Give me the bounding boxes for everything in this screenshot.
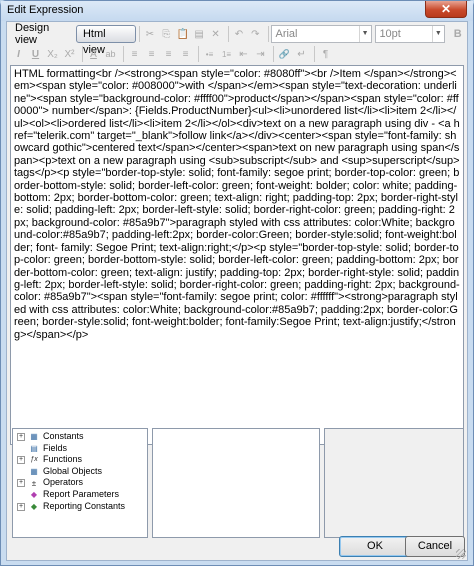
toolbar-row-2: I U X₂ X² A ab ≡ ≡ ≡ ≡ •≡ 1≡ ⇤ ⇥ 🔗 ↵ ¶ [11, 44, 335, 64]
reporting-constants-icon: ◆ [30, 501, 38, 511]
design-view-tab[interactable]: Design view [11, 22, 76, 46]
chevron-down-icon[interactable]: ▼ [431, 26, 444, 42]
edit-expression-window: Edit Expression ✕ Design view Html view … [0, 0, 474, 566]
tree-item-label: Reporting Constants [43, 500, 126, 511]
indent-icon[interactable]: ⇥ [253, 46, 268, 62]
bold-icon[interactable]: B [451, 26, 465, 42]
tree-item-label: Constants [43, 431, 84, 441]
resize-grip-icon[interactable] [456, 549, 466, 559]
toolbar-separator [82, 46, 83, 62]
tree-item-operators[interactable]: + ± Operators [13, 477, 147, 489]
functions-icon: ƒx [30, 456, 38, 464]
tree-item-label: Report Parameters [43, 488, 120, 499]
cut-icon[interactable]: ✂ [143, 26, 157, 42]
expand-icon[interactable]: + [17, 456, 25, 465]
highlight-icon[interactable]: ab [103, 46, 118, 62]
copy-icon[interactable]: ⎘ [159, 26, 173, 42]
tree-item-fields[interactable]: ▤ Fields [13, 443, 147, 455]
html-view-tab[interactable]: Html view [75, 25, 136, 56]
title-bar[interactable]: Edit Expression ✕ [1, 1, 473, 21]
undo-icon[interactable]: ↶ [232, 26, 246, 42]
line-break-icon[interactable]: ↵ [294, 46, 309, 62]
numbering-icon[interactable]: 1≡ [219, 46, 234, 62]
tree-item-label: Operators [43, 477, 84, 488]
toolbar-separator [227, 26, 229, 42]
bullets-icon[interactable]: •≡ [202, 46, 217, 62]
dialog-client-area: Design view Html view ✂ ⎘ 📋 ▤ ✕ ↶ ↷ Aria… [6, 21, 468, 561]
italic-icon[interactable]: I [11, 46, 26, 62]
redo-icon[interactable]: ↷ [248, 26, 262, 42]
toolbar-separator [273, 46, 274, 62]
toolbar-separator [123, 46, 124, 62]
subscript-icon[interactable]: X₂ [45, 46, 60, 62]
paste-special-icon[interactable]: ▤ [192, 26, 206, 42]
expand-icon[interactable]: + [17, 433, 25, 441]
font-color-icon[interactable]: A [86, 46, 101, 62]
window-title: Edit Expression [7, 4, 84, 16]
expression-category-tree[interactable]: + ▦ Constants ▤ Fields + ƒx Functions ▦ … [12, 428, 148, 538]
align-left-icon[interactable]: ≡ [127, 46, 142, 62]
font-size-select[interactable]: 10pt ▼ [375, 25, 445, 43]
ok-button[interactable]: OK [339, 536, 411, 557]
toolbar-separator [198, 46, 199, 62]
outdent-icon[interactable]: ⇤ [236, 46, 251, 62]
report-parameters-icon: ◆ [30, 490, 38, 500]
expand-icon[interactable]: + [17, 502, 25, 511]
tree-item-reporting-constants[interactable]: + ◆ Reporting Constants [13, 501, 147, 513]
toolbar-separator [138, 26, 140, 42]
tree-item-functions[interactable]: + ƒx Functions [13, 454, 147, 466]
toolbar-separator [267, 26, 269, 42]
tree-item-label: Fields [43, 442, 68, 453]
align-center-icon[interactable]: ≡ [144, 46, 159, 62]
tree-item-constants[interactable]: + ▦ Constants [13, 431, 147, 443]
toolbar-separator [314, 46, 315, 62]
expression-helper-panes: + ▦ Constants ▤ Fields + ƒx Functions ▦ … [10, 428, 464, 550]
superscript-icon[interactable]: X² [62, 46, 77, 62]
global-objects-icon: ▦ [30, 466, 38, 476]
tree-item-report-parameters[interactable]: ◆ Report Parameters [13, 489, 147, 501]
operators-icon: ± [31, 478, 37, 488]
tree-item-global-objects[interactable]: ▦ Global Objects [13, 466, 147, 478]
hyperlink-icon[interactable]: 🔗 [277, 46, 292, 62]
tree-item-label: Functions [43, 454, 83, 465]
toolbar-row-1: Design view Html view ✂ ⎘ 📋 ▤ ✕ ↶ ↷ Aria… [11, 22, 467, 56]
close-button[interactable]: ✕ [425, 1, 467, 18]
chevron-down-icon[interactable]: ▼ [358, 26, 371, 42]
justify-icon[interactable]: ≡ [178, 46, 193, 62]
html-source-editor[interactable]: HTML formatting<br /><strong><span style… [10, 65, 464, 445]
expression-items-list[interactable] [152, 428, 320, 538]
constants-icon: ▦ [30, 432, 38, 442]
expand-icon[interactable]: + [17, 479, 25, 488]
html-source-text[interactable]: HTML formatting<br /><strong><span style… [11, 66, 463, 343]
item-description-pane [324, 428, 464, 538]
paragraph-icon[interactable]: ¶ [318, 46, 333, 62]
paste-icon[interactable]: 📋 [176, 26, 190, 42]
fields-icon: ▤ [30, 443, 38, 453]
font-family-value: Arial [275, 28, 298, 40]
font-family-select[interactable]: Arial ▼ [271, 25, 372, 43]
underline-icon[interactable]: U [28, 46, 43, 62]
delete-icon[interactable]: ✕ [208, 26, 222, 42]
align-right-icon[interactable]: ≡ [161, 46, 176, 62]
tree-item-label: Global Objects [43, 465, 103, 476]
font-size-value: 10pt [379, 28, 401, 40]
